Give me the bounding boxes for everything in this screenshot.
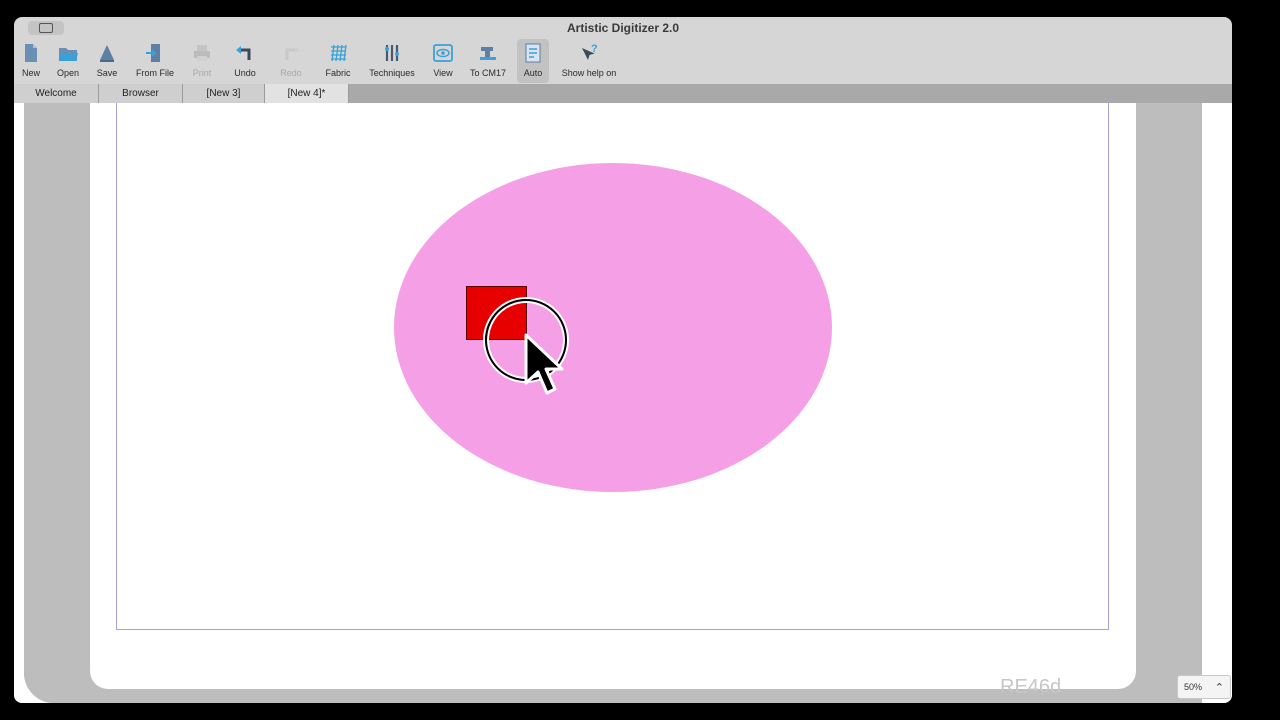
svg-text:?: ? (591, 43, 598, 55)
tab-bar: Welcome Browser [New 3] [New 4]* (14, 84, 1232, 103)
open-button[interactable]: Open (55, 39, 81, 83)
show-help-on-button[interactable]: ? Show help on (560, 39, 618, 83)
import-file-icon (146, 44, 160, 62)
folder-open-icon (59, 48, 78, 61)
auto-button[interactable]: Auto (517, 39, 549, 83)
to-cm17-button[interactable]: To CM17 (470, 39, 506, 83)
workspace-margin-right (1136, 103, 1202, 703)
view-eye-icon (433, 44, 453, 62)
mouse-cursor-icon (524, 333, 564, 395)
undo-button[interactable]: Undo (232, 39, 258, 83)
toolbar: New Open Save From File Print Undo ⌄ Red… (14, 39, 1232, 92)
redo-icon (285, 46, 300, 60)
print-button[interactable]: Print (190, 39, 214, 83)
zoom-chevron-up-icon[interactable]: ⌃ (1215, 681, 1224, 694)
workspace-margin-left (24, 103, 90, 703)
fabric-button[interactable]: Fabric (323, 39, 353, 83)
tab-browser[interactable]: Browser (99, 84, 183, 103)
ellipse-shape[interactable] (394, 163, 832, 492)
undo-icon (236, 46, 251, 60)
zoom-control[interactable]: 50% ⌃ (1177, 675, 1231, 699)
tab-welcome[interactable]: Welcome (14, 84, 99, 103)
printer-icon (194, 45, 210, 61)
watermark-text: RE46d (1000, 676, 1062, 698)
window-title: Artistic Digitizer 2.0 (566, 21, 680, 35)
techniques-button[interactable]: Techniques (367, 39, 417, 83)
tab-new-4[interactable]: [New 4]* (265, 84, 349, 103)
app-window: Artistic Digitizer 2.0 New Open Save Fro… (14, 17, 1232, 703)
auto-icon (525, 43, 541, 63)
new-document-icon (25, 44, 37, 62)
save-button[interactable]: Save (95, 39, 119, 83)
help-cursor-icon: ? (582, 43, 598, 60)
fabric-icon (331, 44, 347, 62)
techniques-icon (385, 45, 399, 61)
status-bar: RE46d 50% ⌃ (14, 673, 1232, 703)
title-bar: Artistic Digitizer 2.0 (14, 17, 1232, 39)
from-file-button[interactable]: From File (134, 39, 176, 83)
view-button[interactable]: View (430, 39, 456, 83)
save-icon (100, 45, 114, 62)
zoom-value: 50% (1184, 682, 1203, 692)
design-canvas[interactable] (14, 103, 1232, 703)
tab-new-3[interactable]: [New 3] (183, 84, 265, 103)
new-button[interactable]: New (20, 39, 42, 83)
redo-button[interactable]: Redo (280, 39, 302, 83)
sewing-machine-icon (480, 47, 496, 60)
